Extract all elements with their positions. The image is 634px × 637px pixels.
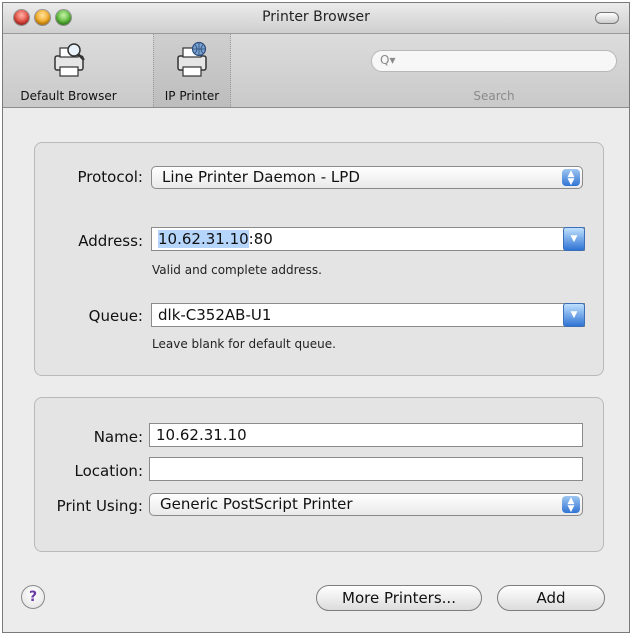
printer-magnifier-icon bbox=[53, 43, 85, 77]
print-using-popup[interactable]: Generic PostScript Printer ▲ ▼ bbox=[149, 493, 583, 516]
dropdown-arrow-icon[interactable]: ▼ bbox=[563, 227, 585, 251]
popup-arrows-icon: ▲ ▼ bbox=[562, 169, 580, 187]
window-title: Printer Browser bbox=[262, 9, 370, 25]
ip-printer-label: IP Printer bbox=[164, 89, 220, 103]
popup-arrows-icon: ▲ ▼ bbox=[562, 496, 580, 514]
printer-globe-icon bbox=[177, 41, 207, 77]
add-button[interactable]: Add bbox=[497, 585, 605, 611]
default-browser-label: Default Browser bbox=[20, 89, 117, 103]
protocol-value: Line Printer Daemon - LPD bbox=[162, 168, 360, 186]
protocol-label: Protocol: bbox=[77, 168, 143, 186]
location-label: Location: bbox=[74, 462, 144, 480]
search-label: Search bbox=[473, 89, 515, 103]
print-using-value: Generic PostScript Printer bbox=[160, 495, 353, 513]
toolbar: Default Browser IP Printer Q▾ Search bbox=[3, 34, 629, 108]
queue-value: dlk-C352AB-U1 bbox=[158, 306, 272, 324]
queue-label: Queue: bbox=[88, 307, 143, 325]
title-bar: Printer Browser bbox=[3, 3, 629, 34]
printer-browser-window: Printer Browser Default Browser IP Print… bbox=[2, 2, 630, 633]
dropdown-arrow-icon[interactable]: ▼ bbox=[563, 303, 585, 327]
protocol-popup[interactable]: Line Printer Daemon - LPD ▲ ▼ bbox=[151, 166, 583, 189]
address-port-text: :80 bbox=[248, 230, 273, 248]
name-field[interactable]: 10.62.31.10 bbox=[149, 423, 583, 447]
address-selected-text: 10.62.31.10 bbox=[158, 230, 249, 248]
address-combobox[interactable]: 10.62.31.10:80 ▼ bbox=[151, 227, 585, 251]
print-using-label: Print Using: bbox=[56, 497, 143, 515]
more-printers-button[interactable]: More Printers... bbox=[316, 585, 482, 611]
queue-combobox[interactable]: dlk-C352AB-U1 ▼ bbox=[151, 303, 585, 327]
default-browser-tab[interactable]: Default Browser bbox=[3, 34, 134, 107]
queue-note: Leave blank for default queue. bbox=[152, 337, 336, 351]
search-field[interactable]: Q▾ bbox=[371, 50, 617, 72]
search-icon: Q▾ bbox=[380, 53, 396, 67]
address-status-note: Valid and complete address. bbox=[152, 263, 322, 277]
address-label: Address: bbox=[78, 232, 143, 250]
help-button[interactable]: ? bbox=[21, 585, 45, 609]
ip-printer-tab[interactable]: IP Printer bbox=[153, 34, 231, 107]
name-label: Name: bbox=[93, 428, 143, 446]
location-field[interactable] bbox=[149, 457, 583, 481]
toolbar-toggle-button[interactable] bbox=[595, 12, 619, 24]
